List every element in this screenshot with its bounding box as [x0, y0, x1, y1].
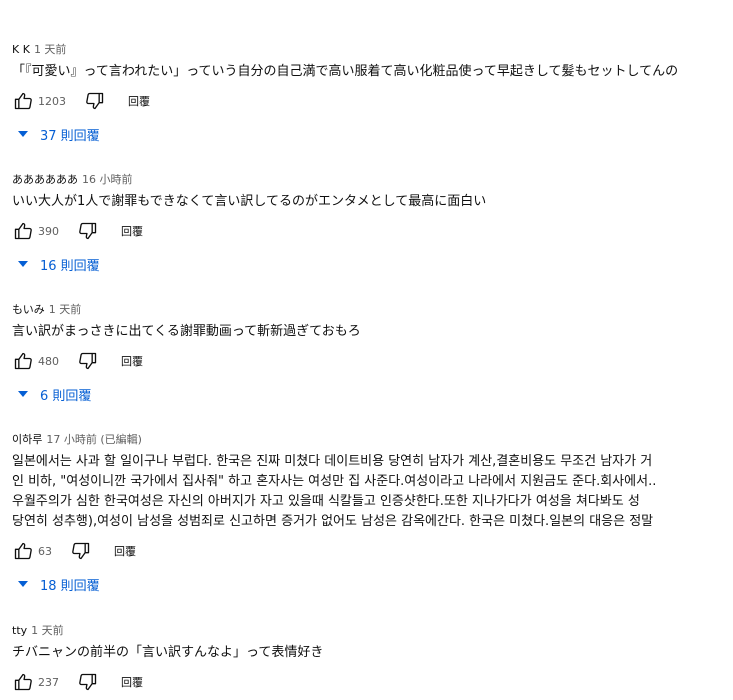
comment-author[interactable]: 이하루 — [12, 433, 42, 446]
thumbs-down-icon — [79, 352, 97, 370]
thumbs-up-icon — [14, 673, 32, 691]
comment-header: K K 1 天前 — [12, 42, 733, 58]
like-count: 1203 — [38, 94, 66, 108]
thumbs-down-icon — [79, 222, 97, 240]
comment-time[interactable]: 1 天前 — [31, 624, 64, 637]
comment-time[interactable]: 1 天前 — [49, 303, 82, 316]
view-replies-button[interactable]: 6 則回覆 — [18, 382, 733, 406]
comment-author[interactable]: もいみ — [12, 303, 45, 316]
reply-button[interactable]: 回覆 — [114, 543, 136, 559]
like-count: 63 — [38, 544, 52, 558]
thumbs-down-icon — [86, 92, 104, 110]
like-button[interactable] — [12, 220, 34, 242]
comment-text: いい大人が1人で謝罪もできなくて言い訳してるのがエンタメとして最高に面白い — [12, 192, 733, 212]
thumbs-up-icon — [14, 92, 32, 110]
replies-count-label: 6 則回覆 — [40, 388, 92, 404]
comment-author[interactable]: ああああああ — [12, 173, 78, 186]
comment-thread: ああああああ 16 小時前 いい大人が1人で謝罪もできなくて言い訳してるのがエンタ… — [12, 172, 733, 276]
comment-text-line: 일본에서는 사과 할 일이구나 부럽다. 한국은 진짜 미쳤다 데이트비용 당연… — [12, 454, 653, 469]
replies-count-label: 16 則回覆 — [40, 258, 100, 274]
comment-header: もいみ 1 天前 — [12, 302, 733, 318]
comment-thread: 이하루 17 小時前 (已編輯) 일본에서는 사과 할 일이구나 부럽다. 한국은… — [12, 432, 733, 596]
thumbs-up-icon — [14, 542, 32, 560]
comment-text-line: 인 비하, "여성이니깐 국가에서 집사줘" 하고 혼자사는 여성만 집 사준다… — [12, 474, 657, 489]
like-button[interactable] — [12, 90, 34, 112]
comment-text-line: いい大人が1人で謝罪もできなくて言い訳してるのがエンタメとして最高に面白い — [12, 194, 487, 209]
like-count: 480 — [38, 354, 59, 368]
comment-text-line: チバニャンの前半の「言い訳すんなよ」って表情好き — [12, 645, 324, 660]
replies-count-label: 18 則回覆 — [40, 578, 100, 594]
dislike-button[interactable] — [84, 90, 106, 112]
dislike-button[interactable] — [77, 350, 99, 372]
comments-section: K K 1 天前 「『可愛い』って言われたい」っていう自分の自己満で高い服着て高い… — [0, 0, 733, 700]
like-count: 390 — [38, 224, 59, 238]
comment-thread: tty 1 天前 チバニャンの前半の「言い訳すんなよ」って表情好き 237 回覆 — [12, 623, 733, 695]
comment-toolbar: 390 回覆 — [12, 218, 733, 244]
caret-down-icon — [18, 581, 28, 587]
caret-down-icon — [18, 261, 28, 267]
like-button[interactable] — [12, 350, 34, 372]
view-replies-button[interactable]: 37 則回覆 — [18, 122, 733, 146]
like-button[interactable] — [12, 671, 34, 693]
view-replies-button[interactable]: 16 則回覆 — [18, 252, 733, 276]
view-replies-button[interactable]: 18 則回覆 — [18, 572, 733, 596]
comment-toolbar: 480 回覆 — [12, 348, 733, 374]
comment-thread: K K 1 天前 「『可愛い』って言われたい」っていう自分の自己満で高い服着て高い… — [12, 42, 733, 146]
comment-text-line: 우월주의가 심한 한국여성은 자신의 아버지가 자고 있을때 식칼들고 인증샷한… — [12, 494, 640, 509]
comment-text-line: 言い訳がまっさきに出てくる謝罪動画って斬新過ぎておもろ — [12, 324, 361, 339]
comment-header: ああああああ 16 小時前 — [12, 172, 733, 188]
like-button[interactable] — [12, 540, 34, 562]
reply-button[interactable]: 回覆 — [128, 93, 150, 109]
comment-time[interactable]: 1 天前 — [34, 43, 67, 56]
comment-toolbar: 237 回覆 — [12, 669, 733, 695]
comment-text-line: 「『可愛い』って言われたい」っていう自分の自己満で高い服着て高い化粧品使って早起… — [12, 64, 679, 79]
comment-author[interactable]: tty — [12, 624, 27, 637]
comment-thread: もいみ 1 天前 言い訳がまっさきに出てくる謝罪動画って斬新過ぎておもろ 480 … — [12, 302, 733, 406]
thumbs-down-icon — [72, 542, 90, 560]
comment-time[interactable]: 17 小時前 (已編輯) — [46, 433, 142, 446]
comment-time[interactable]: 16 小時前 — [82, 173, 133, 186]
dislike-button[interactable] — [77, 671, 99, 693]
thumbs-up-icon — [14, 222, 32, 240]
reply-button[interactable]: 回覆 — [121, 223, 143, 239]
reply-button[interactable]: 回覆 — [121, 674, 143, 690]
comment-author[interactable]: K K — [12, 43, 30, 56]
caret-down-icon — [18, 131, 28, 137]
comment-header: tty 1 天前 — [12, 623, 733, 639]
comment-toolbar: 1203 回覆 — [12, 88, 733, 114]
comment-text-line: 당연히 성추행),여성이 남성을 성범죄로 신고하면 증거가 없어도 남성은 감… — [12, 514, 654, 529]
comment-toolbar: 63 回覆 — [12, 538, 733, 564]
dislike-button[interactable] — [70, 540, 92, 562]
like-count: 237 — [38, 675, 59, 689]
reply-button[interactable]: 回覆 — [121, 353, 143, 369]
caret-down-icon — [18, 391, 28, 397]
comment-text: 「『可愛い』って言われたい」っていう自分の自己満で高い服着て高い化粧品使って早起… — [12, 62, 733, 82]
comment-text: 일본에서는 사과 할 일이구나 부럽다. 한국은 진짜 미쳤다 데이트비용 당연… — [12, 452, 733, 532]
comment-header: 이하루 17 小時前 (已編輯) — [12, 432, 733, 448]
dislike-button[interactable] — [77, 220, 99, 242]
replies-count-label: 37 則回覆 — [40, 128, 100, 144]
comment-text: 言い訳がまっさきに出てくる謝罪動画って斬新過ぎておもろ — [12, 322, 733, 342]
thumbs-up-icon — [14, 352, 32, 370]
thumbs-down-icon — [79, 673, 97, 691]
comment-text: チバニャンの前半の「言い訳すんなよ」って表情好き — [12, 643, 733, 663]
